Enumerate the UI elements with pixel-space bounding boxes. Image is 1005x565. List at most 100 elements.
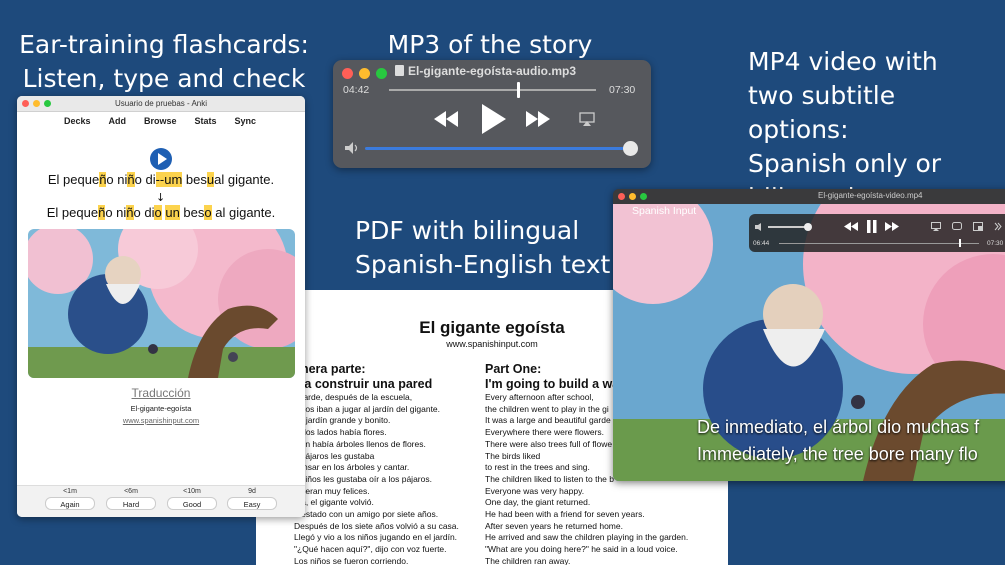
anki-caption-line1: Ear-training flashcards:: [19, 30, 309, 59]
mp3-player-window: El-gigante-egoísta-audio.mp3 04:42 07:30: [333, 60, 651, 168]
easy-button[interactable]: Easy: [227, 497, 277, 510]
menu-sync[interactable]: Sync: [234, 116, 256, 130]
rewind-icon[interactable]: [434, 111, 458, 127]
video-total: 07:30: [987, 240, 1004, 247]
pdf-spanish-heading-1: imera parte:: [294, 362, 366, 376]
typed-answer: El pequeño niño di--um besual gigante.: [17, 172, 305, 187]
fast-forward-icon[interactable]: [885, 222, 899, 231]
fast-forward-icon[interactable]: [526, 111, 550, 127]
play-audio-icon[interactable]: [150, 148, 172, 170]
rewind-icon[interactable]: [844, 222, 858, 231]
pdf-english-line: "What are you doing here?" he said in a …: [485, 544, 678, 555]
airplay-icon[interactable]: [931, 222, 941, 231]
volume-icon[interactable]: [755, 223, 765, 231]
pdf-spanish-line: bién había árboles llenos de flores.: [294, 438, 426, 449]
pdf-spanish-lines: a tarde, después de la escuela, niños iba…: [294, 392, 459, 565]
minimize-button[interactable]: [33, 100, 40, 107]
mp3-progress-handle[interactable]: [517, 82, 521, 98]
menu-browse[interactable]: Browse: [144, 116, 177, 130]
pdf-spanish-column: imera parte: y a construir una pared a t…: [294, 362, 459, 565]
typed-seg-diff: --um: [155, 172, 183, 187]
pdf-english-line: One day, the giant returned.: [485, 497, 591, 508]
typed-seg: o ni: [106, 172, 128, 187]
anki-window-title: Usuario de pruebas - Anki: [114, 99, 208, 108]
menu-decks[interactable]: Decks: [64, 116, 91, 130]
close-button[interactable]: [342, 68, 353, 79]
subtitles-icon[interactable]: [952, 222, 962, 231]
pdf-spanish-line: Llegó y vio a los niños jugando en el ja…: [294, 532, 458, 543]
chevron-right-icon[interactable]: [994, 222, 1002, 231]
correct-seg-diff: un: [165, 205, 180, 220]
pdf-english-line: After seven years he returned home.: [485, 520, 623, 531]
mp4-caption-line2: two subtitle options:: [748, 81, 896, 144]
pause-icon[interactable]: [866, 220, 878, 233]
again-button[interactable]: Again: [45, 497, 95, 510]
pdf-caption-line1: PDF with bilingual: [355, 216, 580, 245]
typed-seg: o di: [134, 172, 156, 187]
giant-illustration: [28, 229, 295, 378]
pdf-english-line: He had been with a friend for seven year…: [485, 509, 645, 520]
close-button[interactable]: [22, 100, 29, 107]
translation-link[interactable]: Traducción: [17, 386, 305, 400]
answer-buttons-bar: <1m Again <6m Hard <10m Good 9d Easy: [17, 485, 305, 517]
audio-file-icon: [395, 65, 404, 76]
menu-add[interactable]: Add: [109, 116, 127, 130]
maximize-button[interactable]: [376, 68, 387, 79]
deck-name: El-gigante-egoísta: [130, 404, 192, 413]
airplay-icon[interactable]: [579, 112, 595, 126]
pdf-spanish-line: s niños les gustaba oír a los pájaros.: [294, 473, 432, 484]
minimize-button[interactable]: [359, 68, 370, 79]
anki-url-link[interactable]: www.spanishinput.com: [17, 416, 305, 425]
pdf-spanish-line: Después de los siete años volvió a su ca…: [294, 520, 459, 531]
maximize-button[interactable]: [640, 193, 647, 200]
hard-interval: <6m: [124, 488, 138, 495]
volume-handle[interactable]: [623, 141, 638, 156]
subtitle-spanish: De inmediato, el árbol dio muchas f: [697, 417, 980, 437]
easy-interval: 9d: [248, 488, 256, 495]
pip-icon[interactable]: [973, 222, 983, 231]
close-button[interactable]: [618, 193, 625, 200]
mp4-caption-line1: MP4 video with: [748, 47, 938, 76]
correct-seg: o ni: [105, 205, 127, 220]
pdf-english-line: Everyone was very happy.: [485, 485, 585, 496]
pdf-spanish-line: a estado con un amigo por siete años.: [294, 509, 439, 520]
anki-caption: Ear-training flashcards: Listen, type an…: [14, 28, 314, 96]
mp3-caption: MP3 of the story: [387, 30, 593, 59]
video-progress-track[interactable]: [779, 243, 979, 244]
pdf-caption-line2: Spanish-English text: [355, 250, 611, 279]
good-button[interactable]: Good: [167, 497, 217, 510]
anki-window: Usuario de pruebas - Anki Decks Add Brow…: [17, 96, 305, 517]
mp3-title: El-gigante-egoísta-audio.mp3: [395, 64, 576, 78]
easy-option: 9d Easy: [227, 488, 277, 510]
video-volume-handle[interactable]: [804, 223, 812, 231]
correct-seg-diff: o: [154, 205, 162, 220]
video-volume-slider[interactable]: [768, 226, 808, 228]
hard-button[interactable]: Hard: [106, 497, 156, 510]
pdf-spanish-line: un jardín grande y bonito.: [294, 415, 391, 426]
menu-stats[interactable]: Stats: [194, 116, 216, 130]
volume-icon[interactable]: [345, 142, 361, 154]
minimize-button[interactable]: [629, 193, 636, 200]
mp4-titlebar: El-gigante-egoísta-video.mp4: [613, 189, 1005, 204]
pdf-spanish-heading-2: y a construir una pared: [294, 377, 433, 391]
correct-seg-diff: o: [204, 205, 212, 220]
pdf-spanish-line: os eran muy felices.: [294, 485, 370, 496]
typed-seg-diff: ñ: [127, 172, 135, 187]
anki-titlebar: Usuario de pruebas - Anki: [17, 96, 305, 112]
mp3-progress-track[interactable]: [389, 89, 596, 91]
play-icon[interactable]: [480, 104, 506, 134]
video-progress-handle[interactable]: [959, 239, 961, 247]
correct-seg-diff: ñ: [126, 205, 134, 220]
correct-answer: El pequeño niño dio un beso al gigante.: [17, 205, 305, 220]
pdf-english-line: He arrived and saw the children playing …: [485, 532, 689, 543]
maximize-button[interactable]: [44, 100, 51, 107]
typed-seg: El peque: [47, 172, 100, 187]
hard-option: <6m Hard: [106, 488, 156, 510]
good-interval: <10m: [183, 488, 201, 495]
mp4-title: El-gigante-egoísta-video.mp4: [818, 191, 923, 200]
video-controls: 06:44 07:30: [749, 214, 1005, 252]
pdf-english-line: The children ran away.: [485, 555, 571, 565]
volume-slider[interactable]: [365, 147, 631, 150]
again-interval: <1m: [63, 488, 77, 495]
anki-caption-line2: Listen, type and check: [22, 64, 306, 93]
